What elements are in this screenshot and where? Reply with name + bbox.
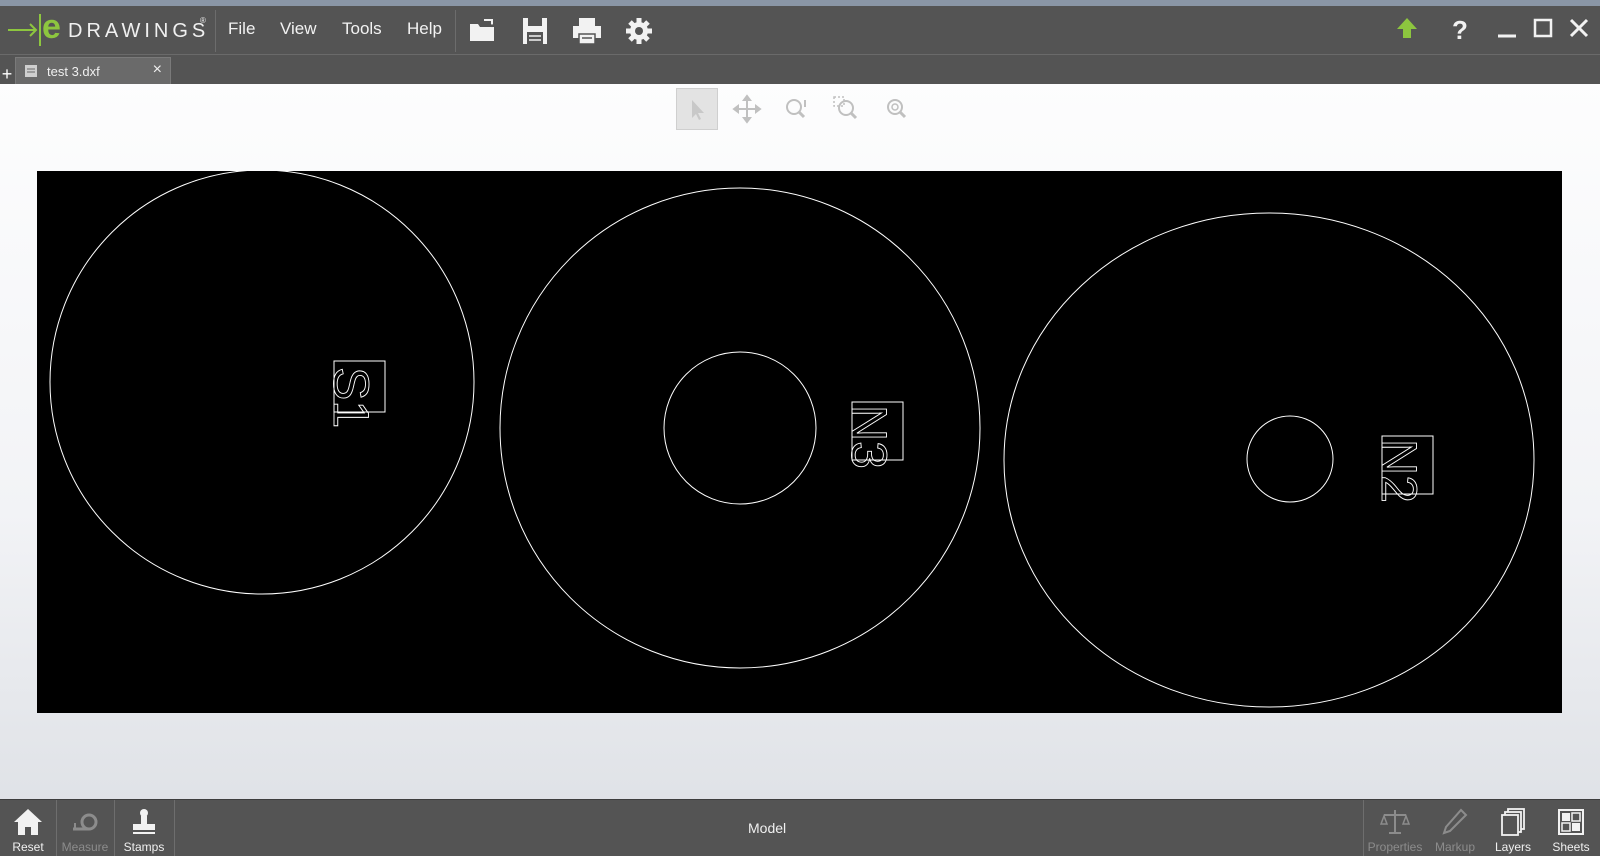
- pan-icon: [732, 94, 762, 124]
- part-n2-outer-circle: [1003, 212, 1535, 708]
- measure-icon: [73, 813, 98, 831]
- tab-test-3-dxf[interactable]: test 3.dxf ×: [15, 57, 171, 84]
- menu-help[interactable]: Help: [407, 19, 442, 39]
- view-toolbar: [676, 88, 916, 132]
- sheets-label: Sheets: [1552, 840, 1590, 854]
- properties-button[interactable]: Properties: [1364, 800, 1426, 856]
- layers-button[interactable]: Layers: [1484, 800, 1542, 856]
- markup-button[interactable]: Markup: [1426, 800, 1484, 856]
- separator: [215, 10, 216, 52]
- home-icon: [14, 809, 42, 835]
- logo-text: DRAWINGS: [68, 20, 210, 42]
- separator: [455, 10, 456, 52]
- tab-label: test 3.dxf: [47, 64, 100, 79]
- stamp-icon: [133, 809, 155, 834]
- stamps-button[interactable]: Stamps: [115, 800, 173, 856]
- part-n3-inner-circle: [663, 351, 817, 505]
- markup-label: Markup: [1434, 840, 1475, 854]
- select-icon: [692, 100, 704, 120]
- part-n2-inner-circle: [1246, 415, 1334, 503]
- drawing-canvas[interactable]: S1 N3 N2: [37, 169, 1562, 713]
- layers-icon: [1501, 808, 1525, 836]
- save-icon[interactable]: [518, 14, 552, 48]
- part-n3-outer-circle: [499, 187, 981, 669]
- close-icon[interactable]: [1564, 14, 1594, 44]
- label-n3: N3: [841, 405, 897, 469]
- new-tab-button[interactable]: +: [0, 64, 14, 84]
- stamps-label: Stamps: [123, 840, 165, 854]
- menu-file[interactable]: File: [228, 19, 255, 39]
- update-icon[interactable]: [1392, 14, 1422, 44]
- minimize-icon[interactable]: [1492, 14, 1522, 44]
- measure-label: Measure: [61, 840, 109, 854]
- zoom-area-icon: [833, 96, 858, 120]
- title-bar: e DRAWINGS ® File View Tools Help ?: [0, 0, 1600, 54]
- zoom-tool[interactable]: [776, 88, 818, 130]
- tab-close-button[interactable]: ×: [153, 61, 162, 79]
- measure-button[interactable]: Measure: [57, 800, 113, 856]
- menu-tools[interactable]: Tools: [342, 19, 382, 39]
- logo-letter: e: [42, 8, 61, 46]
- reset-button[interactable]: Reset: [0, 800, 56, 856]
- help-icon[interactable]: ?: [1444, 14, 1474, 44]
- separator: [174, 800, 175, 856]
- drawing-svg: S1 N3 N2: [49, 169, 1535, 708]
- bottom-bar: Reset Measure Stamps Model Properties Ma…: [0, 799, 1600, 856]
- print-icon[interactable]: [570, 14, 604, 48]
- select-tool[interactable]: [676, 88, 718, 130]
- tab-bar: + test 3.dxf ×: [0, 54, 1600, 84]
- logo-registered-mark: ®: [200, 16, 206, 25]
- edrawings-logo: e DRAWINGS ®: [4, 8, 210, 50]
- settings-icon[interactable]: [622, 14, 656, 48]
- part-s1-outer-circle: [49, 169, 475, 595]
- zoom-area-tool[interactable]: [826, 88, 868, 130]
- pencil-icon: [1442, 808, 1468, 835]
- svg-text:?: ?: [1452, 15, 1468, 44]
- pan-tool[interactable]: [726, 88, 768, 130]
- sheets-button[interactable]: Sheets: [1542, 800, 1600, 856]
- zoom-icon: [786, 99, 806, 119]
- sheets-icon: [1558, 809, 1584, 835]
- layers-label: Layers: [1494, 840, 1532, 854]
- zoom-fit-icon: [887, 99, 907, 119]
- reset-label: Reset: [12, 840, 44, 854]
- open-icon[interactable]: [466, 14, 500, 48]
- document-icon: [25, 65, 37, 77]
- menu-view[interactable]: View: [280, 19, 317, 39]
- zoom-fit-tool[interactable]: [876, 88, 918, 130]
- properties-label: Properties: [1367, 840, 1423, 854]
- model-label: Model: [748, 820, 787, 836]
- label-s1: S1: [323, 367, 379, 428]
- scale-icon: [1379, 810, 1411, 834]
- label-n2: N2: [1371, 439, 1427, 503]
- maximize-icon[interactable]: [1528, 14, 1558, 44]
